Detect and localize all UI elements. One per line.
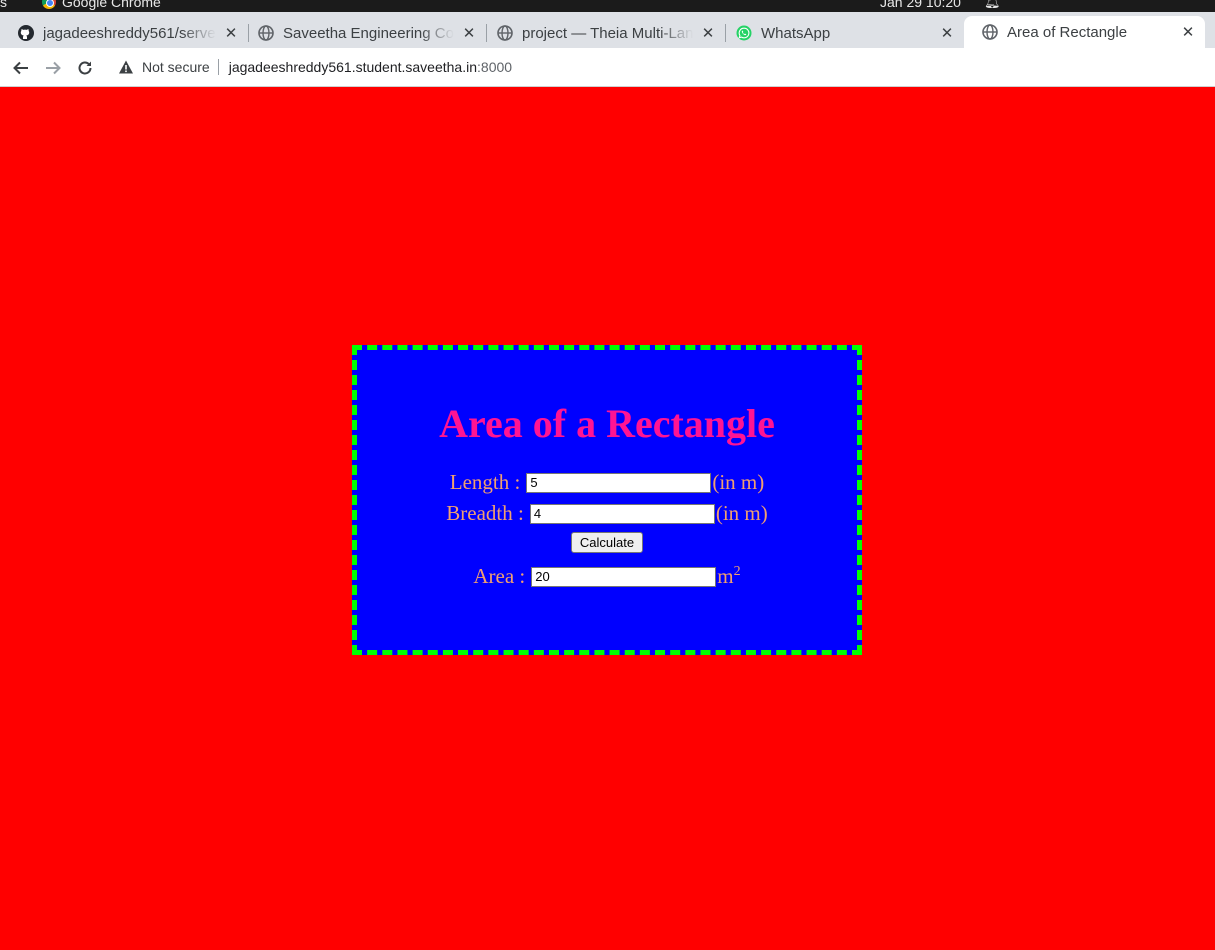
calculate-button[interactable]: Calculate <box>571 532 643 553</box>
tab-title: Saveetha Engineering College <box>283 24 454 42</box>
close-icon[interactable]: ✕ <box>460 24 478 42</box>
whatsapp-icon <box>736 25 752 41</box>
area-row: Area : m2 <box>357 564 857 589</box>
tab-strip: jagadeeshreddy561/server ✕ Saveetha Engi… <box>0 12 1215 48</box>
address-bar[interactable]: Not secure jagadeeshreddy561.student.sav… <box>106 52 1211 82</box>
breadth-row: Breadth : (in m) <box>357 501 857 526</box>
security-label[interactable]: Not secure <box>142 59 210 75</box>
area-output[interactable] <box>531 566 717 587</box>
back-arrow-icon <box>13 61 28 75</box>
length-row: Length : (in m) <box>357 470 857 495</box>
tab-whatsapp[interactable]: WhatsApp ✕ <box>718 18 964 48</box>
tab-area-of-rectangle[interactable]: Area of Rectangle ✕ <box>964 16 1205 48</box>
breadth-unit: (in m) <box>715 501 768 525</box>
length-input[interactable] <box>526 472 712 493</box>
url-host: jagadeeshreddy561.student.saveetha.in <box>228 59 478 75</box>
os-clock[interactable]: Jan 29 10:20 <box>880 0 961 10</box>
reload-icon <box>78 61 92 75</box>
calculator-card: Area of a Rectangle Length : (in m) Brea… <box>352 345 862 655</box>
chrome-logo-icon <box>42 0 56 9</box>
url-port: :8000 <box>477 59 513 75</box>
tab-title: jagadeeshreddy561/server <box>43 24 216 42</box>
close-icon[interactable]: ✕ <box>699 24 717 42</box>
area-label: Area : <box>473 564 526 588</box>
forward-button[interactable] <box>41 56 65 80</box>
warning-triangle-icon[interactable] <box>118 59 134 75</box>
os-app-menu[interactable]: Google Chrome <box>42 0 161 10</box>
page-title: Area of a Rectangle <box>439 401 775 446</box>
forward-arrow-icon <box>46 61 61 75</box>
globe-icon <box>258 25 274 41</box>
reload-button[interactable] <box>73 56 97 80</box>
os-top-bar: s Google Chrome Jan 29 10:20 🔔︎ <box>0 0 1215 12</box>
close-icon[interactable]: ✕ <box>222 24 240 42</box>
browser-toolbar: Not secure jagadeeshreddy561.student.sav… <box>0 48 1215 87</box>
tab-title: project — Theia Multi-Language <box>522 24 693 42</box>
tab-github[interactable]: jagadeeshreddy561/server ✕ <box>0 18 248 48</box>
close-icon[interactable]: ✕ <box>938 24 956 42</box>
area-unit-base: m <box>717 564 734 588</box>
github-icon <box>18 25 34 41</box>
area-unit-exponent: 2 <box>733 564 741 579</box>
tab-title: WhatsApp <box>761 24 831 42</box>
back-button[interactable] <box>9 56 33 80</box>
globe-icon <box>497 25 513 41</box>
os-app-name: Google Chrome <box>62 0 161 10</box>
breadth-input[interactable] <box>529 503 715 524</box>
tab-saveetha[interactable]: Saveetha Engineering College ✕ <box>240 18 486 48</box>
tab-theia[interactable]: project — Theia Multi-Language ✕ <box>479 18 725 48</box>
address-divider <box>217 59 219 75</box>
os-activities-label[interactable]: s <box>0 0 7 10</box>
length-label: Length : <box>449 470 521 494</box>
close-icon[interactable]: ✕ <box>1179 23 1197 41</box>
area-unit: m2 <box>717 564 740 589</box>
length-unit: (in m) <box>712 470 765 494</box>
breadth-label: Breadth : <box>446 501 524 525</box>
globe-icon <box>982 24 998 40</box>
tab-title: Area of Rectangle <box>1007 23 1128 41</box>
page-content: Area of a Rectangle Length : (in m) Brea… <box>0 87 1215 950</box>
notification-bell-icon[interactable]: 🔔︎ <box>984 0 1001 10</box>
